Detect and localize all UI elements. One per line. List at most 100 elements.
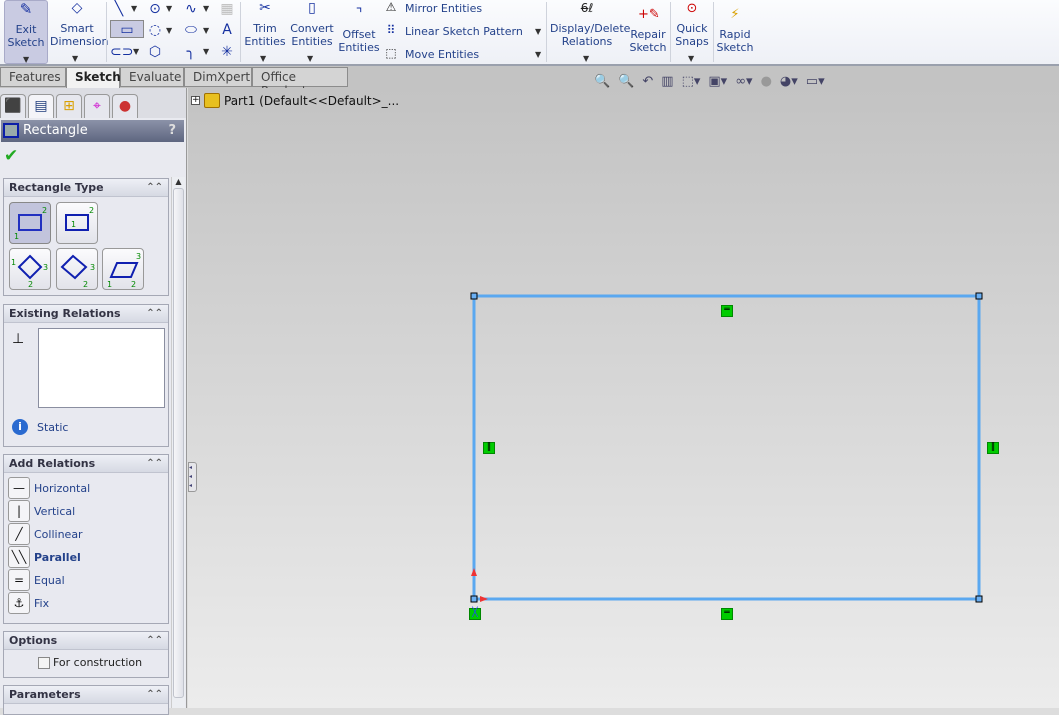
horizontal-relation-icon: —	[8, 477, 30, 499]
add-relation-parallel[interactable]: ╲╲ Parallel	[8, 546, 81, 568]
sketch-rectangle[interactable]	[472, 294, 981, 601]
offset-entities-button[interactable]: ⌝ Offset Entities	[338, 7, 380, 54]
coincident-relation-marker[interactable]: ╳	[469, 608, 481, 620]
svg-text:3: 3	[90, 263, 95, 272]
spline-icon[interactable]: ∿	[182, 0, 200, 18]
relation-label: Horizontal	[34, 481, 91, 495]
move-icon: ⬚	[385, 46, 397, 60]
grid-icon[interactable]: ▦	[218, 0, 236, 18]
zoom-area-icon[interactable]: 🔍	[618, 74, 634, 89]
mirror-entities-button[interactable]: ⚠ Mirror Entities	[383, 0, 482, 16]
add-relation-fix[interactable]: ⚓ Fix	[8, 592, 49, 614]
polygon-icon[interactable]: ⬡	[146, 43, 164, 61]
corner-point[interactable]	[975, 595, 983, 603]
3-point-center-rectangle-button[interactable]: 32	[56, 248, 98, 290]
collapse-icon[interactable]: ⌃⌃	[146, 179, 163, 197]
rapid-sketch-icon: ⚡	[730, 7, 740, 22]
repair-sketch-button[interactable]: +✎ Repair Sketch	[628, 8, 668, 54]
tab-dimxpert[interactable]: DimXpert	[184, 67, 252, 87]
property-manager-tab[interactable]: ▤	[28, 94, 54, 118]
collapse-icon[interactable]: ⌃⌃	[146, 686, 163, 704]
trim-entities-button[interactable]: ✂ Trim Entities ▼	[244, 1, 286, 63]
add-relation-collinear[interactable]: ╱ Collinear	[8, 523, 83, 545]
exit-sketch-button[interactable]: ✎ Exit Sketch ▼	[4, 0, 48, 64]
panel-scrollbar[interactable]: ▲	[171, 177, 185, 708]
svg-text:2: 2	[83, 280, 88, 289]
add-relation-horizontal[interactable]: — Horizontal	[8, 477, 90, 499]
help-button[interactable]: ?	[168, 120, 176, 142]
center-rectangle-button[interactable]: 12	[56, 202, 98, 244]
rectangle-icon[interactable]: ▭	[110, 20, 144, 38]
command-tabs: Features Sketch Evaluate DimXpert Office…	[0, 66, 1059, 98]
corner-point[interactable]	[975, 292, 983, 300]
move-entities-button[interactable]: ⬚ Move Entities	[383, 46, 479, 62]
hide-show-icon[interactable]: ∞▾	[735, 74, 752, 89]
relation-label: Equal	[34, 573, 65, 587]
corner-rectangle-button[interactable]: 21	[9, 202, 51, 244]
rapid-sketch-button[interactable]: ⚡ Rapid Sketch	[716, 8, 754, 54]
existing-relations-group: Existing Relations ⌃⌃ ⊥ i Static	[3, 304, 169, 447]
origin-x-arrow	[480, 596, 488, 602]
point-icon[interactable]: ✳	[218, 43, 236, 61]
parallel-relation-icon: ╲╲	[8, 546, 30, 568]
svg-text:2: 2	[131, 280, 136, 289]
section-view-icon[interactable]: ▥	[661, 74, 673, 89]
tab-evaluate[interactable]: Evaluate	[120, 67, 184, 87]
quick-snaps-button[interactable]: ⊙ Quick Snaps ▼	[674, 2, 710, 63]
add-relations-group: Add Relations ⌃⌃ — Horizontal | Vertical ╱ Col…	[3, 454, 169, 624]
view-settings-icon[interactable]: ▭▾	[806, 74, 825, 89]
existing-relations-list[interactable]	[38, 328, 165, 408]
rectangle-type-group: Rectangle Type ⌃⌃ 21 12 132 32 312	[3, 178, 169, 296]
display-style-icon[interactable]: ▣▾	[708, 74, 727, 89]
configuration-manager-tab[interactable]: ⊞	[56, 94, 82, 118]
collapse-icon[interactable]: ⌃⌃	[146, 455, 163, 473]
view-orientation-icon[interactable]: ⬚▾	[682, 74, 701, 89]
vertical-relation-marker[interactable]: ‖	[483, 442, 495, 454]
corner-point[interactable]	[470, 292, 478, 300]
fix-relation-icon: ⚓	[8, 592, 30, 614]
apply-scene-icon[interactable]: ◕▾	[780, 74, 798, 89]
smart-dimension-button[interactable]: ◇ Smart Dimension ▼	[50, 1, 108, 63]
horizontal-relation-marker[interactable]: ═	[721, 305, 733, 317]
line-icon[interactable]: ╲	[110, 0, 128, 18]
feature-manager-tab[interactable]: ⬛	[0, 94, 26, 118]
svg-text:2: 2	[28, 280, 33, 289]
slot-icon[interactable]: ⊂⊃	[110, 43, 133, 61]
linear-sketch-pattern-button[interactable]: ⠿ Linear Sketch Pattern	[383, 23, 523, 39]
exit-sketch-icon: ✎	[19, 0, 33, 18]
tab-sketch[interactable]: Sketch	[66, 67, 121, 89]
options-group: Options ⌃⌃ For construction	[3, 631, 169, 678]
add-relation-equal[interactable]: = Equal	[8, 569, 65, 591]
collapse-icon[interactable]: ⌃⌃	[146, 632, 163, 650]
for-construction-checkbox[interactable]: For construction	[38, 656, 142, 669]
tab-features[interactable]: Features	[0, 67, 66, 87]
dimxpert-manager-tab[interactable]: ⌖	[84, 94, 110, 118]
edit-appearance-icon[interactable]: ●	[761, 74, 772, 89]
relations-icon: ⊥	[12, 331, 25, 347]
display-delete-relations-button[interactable]: 6̶ℓ Display/Delete Relations ▼	[550, 2, 630, 64]
property-manager-title: Rectangle?	[1, 120, 184, 142]
add-relation-vertical[interactable]: | Vertical	[8, 500, 75, 522]
ok-button[interactable]: ✔	[4, 146, 18, 166]
circle-icon[interactable]: ⊙	[146, 0, 164, 18]
3-point-corner-rectangle-button[interactable]: 1 3 2	[9, 248, 51, 290]
ellipse-icon[interactable]: ⬭	[182, 21, 200, 39]
horizontal-relation-marker[interactable]: ═	[721, 608, 733, 620]
convert-entities-button[interactable]: ▯ Convert Entities ▼	[288, 1, 336, 63]
graphics-area[interactable]: ◂ ◂ ◂ + Part1 (Default<<Default>_... 🔍 🔍 ↶ ▥ ⬚…	[188, 74, 1059, 708]
svg-text:2: 2	[89, 206, 94, 215]
fillet-icon[interactable]: ╮	[182, 43, 200, 61]
collapse-icon[interactable]: ⌃⌃	[146, 305, 163, 323]
text-icon[interactable]: A	[218, 21, 236, 39]
arc-icon[interactable]: ◌	[146, 21, 164, 39]
parallelogram-button[interactable]: 3 1 2	[102, 248, 144, 290]
previous-view-icon[interactable]: ↶	[642, 74, 653, 89]
relation-label: Collinear	[34, 527, 83, 541]
tab-office-products[interactable]: Office Products	[252, 67, 348, 98]
corner-point[interactable]	[470, 595, 478, 603]
pattern-icon: ⠿	[386, 23, 396, 37]
zoom-to-fit-icon[interactable]: 🔍	[594, 74, 610, 89]
vertical-relation-marker[interactable]: ‖	[987, 442, 999, 454]
display-manager-tab[interactable]: ●	[112, 94, 138, 118]
equal-relation-icon: =	[8, 569, 30, 591]
